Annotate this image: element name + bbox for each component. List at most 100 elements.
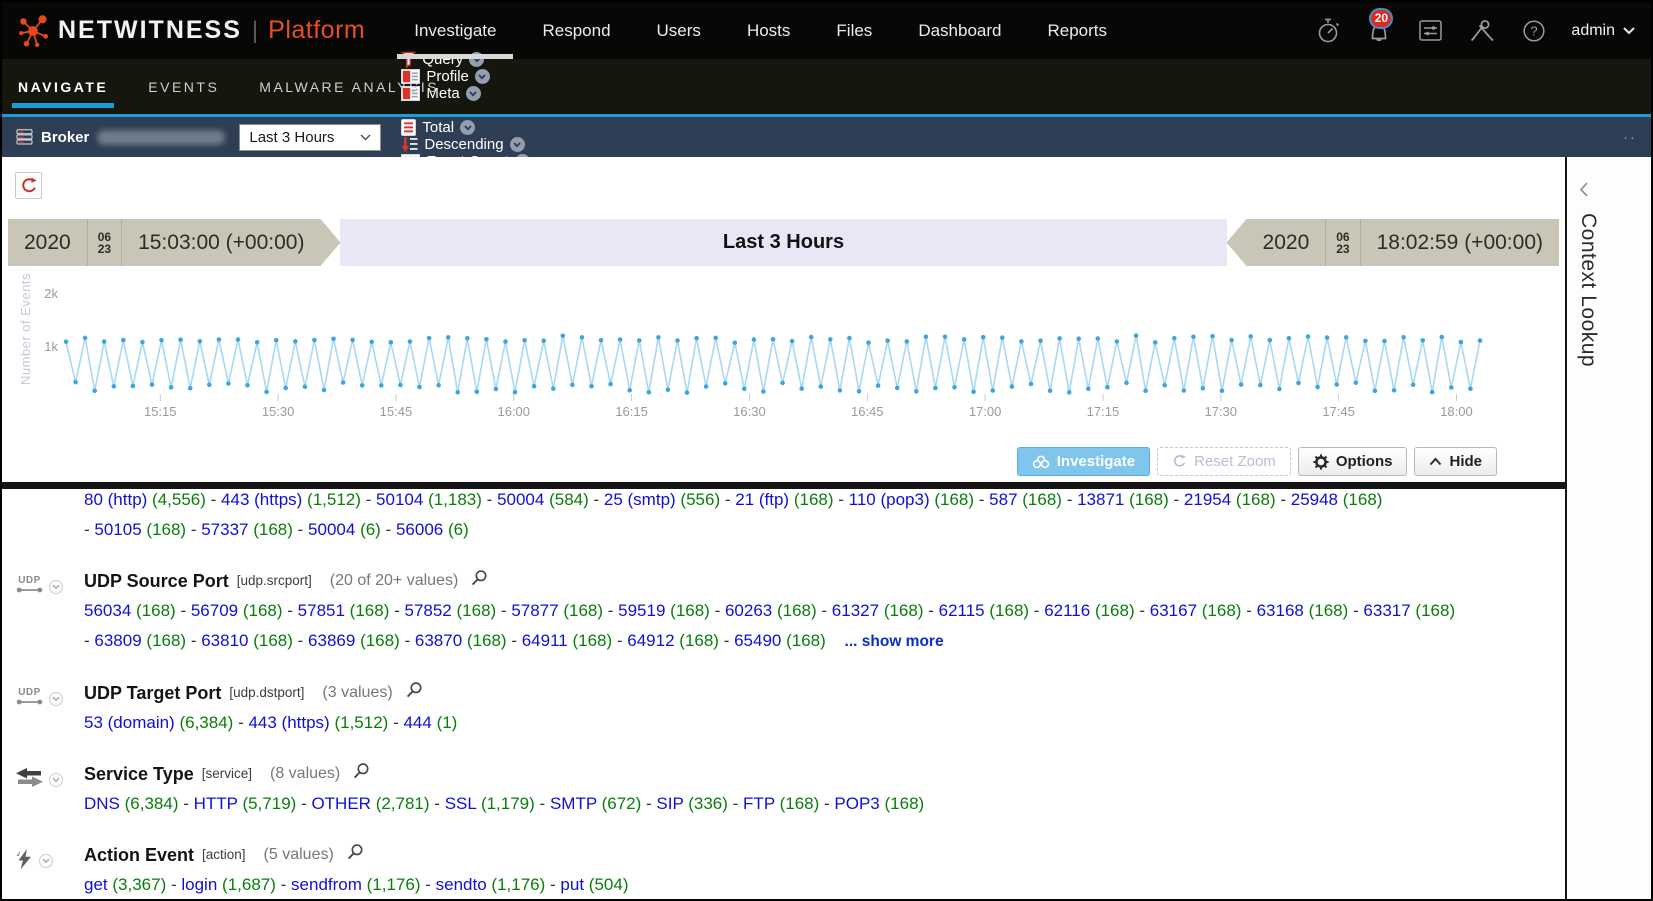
meta-value-link[interactable]: SMTP (550, 794, 597, 813)
meta-value-link[interactable]: 587 (989, 490, 1017, 509)
subnav-tab-events[interactable]: EVENTS (148, 59, 219, 114)
meta-value-link[interactable]: 60263 (725, 601, 772, 620)
meta-value-link[interactable]: 21 (ftp) (735, 490, 789, 509)
admin-tools-icon[interactable] (1468, 17, 1497, 44)
reset-zoom-button[interactable]: Reset Zoom (1157, 447, 1291, 476)
meta-value-link[interactable]: 57877 (511, 601, 558, 620)
toolbar-item-total[interactable]: Total (393, 119, 538, 136)
meta-value-link[interactable]: 63810 (201, 631, 248, 650)
meta-value-link[interactable]: 57337 (201, 520, 248, 539)
investigate-button[interactable]: Investigate (1017, 447, 1150, 476)
user-menu[interactable]: admin (1571, 22, 1635, 40)
meta-value-link[interactable]: get (84, 875, 108, 894)
meta-value-count: (168) (1236, 490, 1276, 509)
chevron-down-icon[interactable] (466, 86, 481, 101)
meta-value-link[interactable]: SSL (445, 794, 477, 813)
meta-value-link[interactable]: 62116 (1044, 601, 1090, 620)
help-icon[interactable]: ? (1521, 18, 1547, 44)
meta-value-count: (1,687) (222, 875, 276, 894)
main-tab-reports[interactable]: Reports (1024, 2, 1130, 59)
meta-value-link[interactable]: sendto (436, 875, 487, 894)
events-timeline-chart[interactable]: Number of Events 1k2k15:1515:3015:4516:0… (30, 269, 1557, 427)
chart-plot[interactable]: 1k2k15:1515:3015:4516:0016:1516:3016:451… (30, 269, 1557, 432)
meta-value-link[interactable]: 57851 (298, 601, 345, 620)
range-start-block[interactable]: 2020 0623 15:03:00 (+00:00) (8, 219, 340, 266)
meta-value-link[interactable]: 63870 (415, 631, 462, 650)
meta-value-link[interactable]: sendfrom (291, 875, 362, 894)
meta-value-link[interactable]: 63809 (94, 631, 141, 650)
meta-value-link[interactable]: 63869 (308, 631, 355, 650)
meta-value-link[interactable]: 21954 (1184, 490, 1231, 509)
meta-value-link[interactable]: put (560, 875, 584, 894)
meta-value-link[interactable]: HTTP (194, 794, 238, 813)
show-more-link[interactable]: ... show more (845, 633, 944, 650)
section-collapse-chevron-icon[interactable] (39, 854, 53, 868)
meta-value-link[interactable]: 64912 (627, 631, 674, 650)
meta-value-link[interactable]: 80 (http) (84, 490, 147, 509)
service-selector[interactable]: Broker (12, 129, 229, 146)
meta-value-link[interactable]: 56034 (84, 601, 131, 620)
jobs-panel-icon[interactable] (1417, 18, 1444, 43)
meta-value-link[interactable]: 56709 (191, 601, 238, 620)
meta-value-link[interactable]: DNS (84, 794, 120, 813)
meta-value-link[interactable]: 65490 (734, 631, 781, 650)
meta-value-link[interactable]: 444 (403, 713, 431, 732)
meta-value-link[interactable]: 50105 (94, 520, 141, 539)
brand-logo[interactable]: NETWITNESS | Platform (18, 14, 365, 48)
meta-value-link[interactable]: 61327 (832, 601, 879, 620)
meta-value-link[interactable]: 50104 (376, 490, 423, 509)
options-button[interactable]: Options (1298, 447, 1408, 476)
meta-value-link[interactable]: 443 (https) (221, 490, 302, 509)
main-tab-files[interactable]: Files (813, 2, 895, 59)
notification-bell-icon[interactable]: 20 (1365, 17, 1393, 45)
meta-value-link[interactable]: 59519 (618, 601, 665, 620)
subnav-tab-malware-analysis[interactable]: MALWARE ANALYSIS (259, 59, 439, 114)
meta-value-link[interactable]: 110 (pop3) (849, 490, 930, 509)
svg-text:2k: 2k (44, 286, 58, 301)
toolbar-item-descending[interactable]: Descending (393, 136, 538, 153)
stopwatch-icon[interactable] (1315, 17, 1341, 44)
meta-value-link[interactable]: 443 (https) (248, 713, 329, 732)
chevron-down-icon[interactable] (510, 137, 525, 152)
hide-button[interactable]: Hide (1414, 447, 1497, 476)
reload-button[interactable] (15, 172, 42, 199)
chevron-down-icon[interactable] (475, 69, 490, 84)
meta-value-link[interactable]: SIP (656, 794, 683, 813)
time-range-select[interactable]: Last 3 Hours (239, 124, 381, 151)
search-magnifier-icon[interactable] (470, 569, 488, 587)
main-tab-users[interactable]: Users (634, 2, 724, 59)
section-collapse-chevron-icon[interactable] (49, 580, 63, 594)
meta-value-link[interactable]: FTP (743, 794, 775, 813)
meta-value-link[interactable]: 63317 (1363, 601, 1410, 620)
toolbar-overflow-dots[interactable]: ·· (1623, 129, 1641, 146)
meta-value-link[interactable]: 50004 (497, 490, 544, 509)
main-tab-dashboard[interactable]: Dashboard (895, 2, 1024, 59)
main-tab-respond[interactable]: Respond (519, 2, 633, 59)
search-magnifier-icon[interactable] (352, 762, 370, 780)
meta-value-link[interactable]: 25 (smtp) (604, 490, 676, 509)
meta-value-link[interactable]: 13871 (1077, 490, 1124, 509)
meta-value-link[interactable]: 56006 (396, 520, 443, 539)
search-magnifier-icon[interactable] (405, 681, 423, 699)
subnav-tab-navigate[interactable]: NAVIGATE (18, 59, 108, 114)
meta-value-link[interactable]: 63167 (1150, 601, 1197, 620)
chevron-down-icon[interactable] (460, 120, 475, 135)
section-collapse-chevron-icon[interactable] (49, 692, 63, 706)
search-magnifier-icon[interactable] (346, 843, 364, 861)
main-tab-hosts[interactable]: Hosts (724, 2, 813, 59)
meta-value: get (3,367) (84, 875, 166, 894)
meta-value-link[interactable]: 25948 (1291, 490, 1338, 509)
section-collapse-chevron-icon[interactable] (49, 773, 63, 787)
meta-value-link[interactable]: 63168 (1257, 601, 1304, 620)
main-tab-investigate[interactable]: Investigate (391, 2, 519, 59)
meta-value-link[interactable]: OTHER (311, 794, 371, 813)
chevron-left-icon[interactable] (1578, 181, 1589, 203)
meta-value-link[interactable]: 57852 (404, 601, 451, 620)
meta-value-link[interactable]: 62115 (939, 601, 985, 620)
range-end-block[interactable]: 2020 0623 18:02:59 (+00:00) (1227, 219, 1559, 266)
meta-value-link[interactable]: 64911 (522, 631, 568, 650)
meta-value-link[interactable]: 50004 (308, 520, 355, 539)
meta-value-link[interactable]: login (181, 875, 217, 894)
meta-value-link[interactable]: 53 (domain) (84, 713, 175, 732)
meta-value-link[interactable]: POP3 (834, 794, 879, 813)
